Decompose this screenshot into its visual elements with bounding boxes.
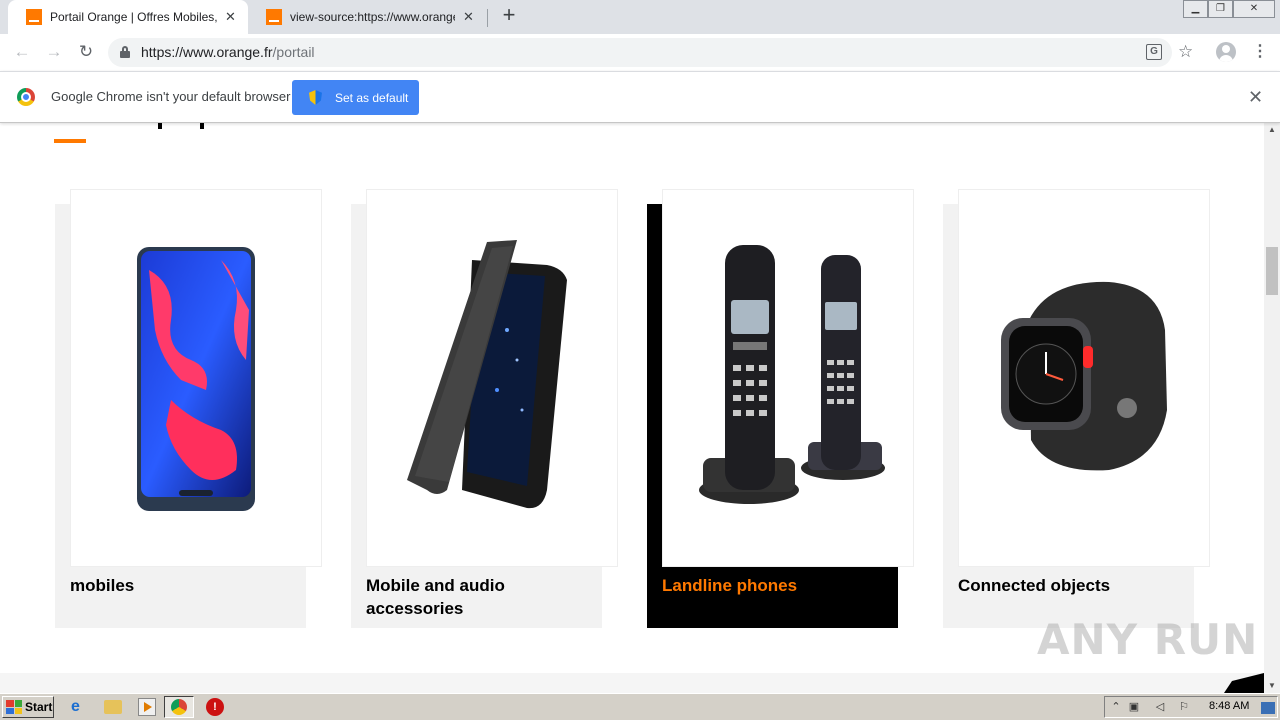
network-icon[interactable]: ▣: [1127, 700, 1141, 714]
card-label[interactable]: Connected objects: [958, 574, 1178, 597]
lock-icon[interactable]: [120, 46, 130, 58]
orange-favicon-icon: [266, 9, 282, 25]
start-label: Start: [25, 700, 53, 714]
alert-app-icon[interactable]: !: [206, 698, 224, 716]
internet-explorer-icon[interactable]: e: [71, 698, 89, 716]
default-browser-infobar: Google Chrome isn't your default browser…: [0, 71, 1280, 123]
tab-strip: Portail Orange | Offres Mobiles, Inte ✕ …: [0, 0, 1280, 34]
windows-taskbar: Start e ! ⌃ ▣ ◁ ⚐ 8:48 AM: [0, 693, 1280, 720]
tab-title: view-source:https://www.orange.fr: [290, 10, 455, 24]
tab-title: Portail Orange | Offres Mobiles, Inte: [50, 10, 217, 24]
tab-separator: [487, 9, 488, 27]
reload-icon[interactable]: ↻: [76, 42, 96, 62]
heading-accent-bar: [54, 139, 86, 143]
restore-button[interactable]: ❐: [1208, 0, 1233, 18]
chrome-logo-icon: [17, 88, 35, 106]
next-section-strip: [0, 673, 1264, 693]
product-image-phone-case[interactable]: [366, 189, 618, 567]
card-label[interactable]: mobiles: [70, 574, 290, 597]
url-host: https://www.orange.fr: [141, 44, 273, 60]
category-card-accessories[interactable]: Mobile and audio accessories: [351, 189, 618, 628]
back-arrow-icon[interactable]: ←: [12, 42, 32, 62]
profile-avatar-icon[interactable]: [1216, 42, 1236, 62]
url-text[interactable]: https://www.orange.fr/portail: [141, 44, 315, 60]
card-label[interactable]: Landline phones: [662, 574, 882, 597]
tab-close-icon[interactable]: ✕: [461, 9, 476, 25]
url-path: /portail: [272, 44, 315, 60]
bookmark-star-icon[interactable]: ☆: [1178, 42, 1193, 62]
anyrun-watermark: ANY RUN: [1037, 615, 1259, 664]
product-image-smartphone[interactable]: [70, 189, 322, 567]
taskbar-clock[interactable]: 8:48 AM: [1209, 700, 1249, 712]
tab-portail-orange[interactable]: Portail Orange | Offres Mobiles, Inte ✕: [8, 0, 248, 34]
category-card-connected-objects[interactable]: Connected objects: [943, 189, 1210, 628]
address-bar[interactable]: https://www.orange.fr/portail G ☆: [108, 38, 1193, 67]
set-as-default-label: Set as default: [335, 90, 409, 105]
infobar-close-icon[interactable]: ✕: [1248, 87, 1263, 108]
set-as-default-button[interactable]: Set as default: [292, 80, 419, 115]
page-scrollbar[interactable]: ▲ ▼: [1264, 123, 1280, 693]
media-player-icon[interactable]: [138, 698, 156, 716]
volume-icon[interactable]: ◁: [1153, 700, 1167, 714]
start-button[interactable]: Start: [2, 696, 54, 718]
kebab-menu-icon[interactable]: ⋮: [1252, 42, 1268, 62]
chrome-taskbar-icon[interactable]: [164, 696, 194, 718]
show-desktop-icon[interactable]: [1261, 702, 1275, 714]
minimize-button[interactable]: ▁: [1183, 0, 1208, 18]
orange-favicon-icon: [26, 9, 42, 25]
category-card-mobiles[interactable]: mobiles: [55, 189, 322, 628]
tray-expand-icon[interactable]: ⌃: [1109, 700, 1123, 714]
windows-flag-icon: [6, 700, 22, 714]
scroll-down-arrow-icon[interactable]: ▼: [1264, 679, 1280, 693]
category-card-landline-phones[interactable]: Landline phones: [647, 189, 914, 628]
browser-toolbar: ← → ↻ https://www.orange.fr/portail G ☆: [0, 34, 1280, 71]
tab-view-source[interactable]: view-source:https://www.orange.fr ✕: [248, 0, 486, 34]
page-viewport: mobiles Mobile and audio accessories Lan…: [0, 123, 1264, 693]
new-tab-button[interactable]: +: [497, 4, 521, 28]
file-explorer-icon[interactable]: [104, 700, 122, 714]
scroll-thumb[interactable]: [1266, 247, 1278, 295]
infobar-message: Google Chrome isn't your default browser: [51, 89, 291, 104]
system-tray: ⌃ ▣ ◁ ⚐ 8:48 AM: [1104, 696, 1278, 718]
close-window-button[interactable]: ✕: [1233, 0, 1275, 18]
uac-shield-icon: [309, 90, 322, 105]
forward-arrow-icon[interactable]: →: [44, 42, 64, 62]
scroll-up-arrow-icon[interactable]: ▲: [1264, 123, 1280, 137]
product-image-smartwatch[interactable]: [958, 189, 1210, 567]
action-center-flag-icon[interactable]: ⚐: [1177, 700, 1191, 714]
tab-close-icon[interactable]: ✕: [223, 9, 238, 25]
card-label[interactable]: Mobile and audio accessories: [366, 574, 586, 620]
section-heading-fragment: [158, 123, 206, 129]
product-image-cordless-phones[interactable]: [662, 189, 914, 567]
translate-icon[interactable]: G: [1146, 44, 1162, 60]
